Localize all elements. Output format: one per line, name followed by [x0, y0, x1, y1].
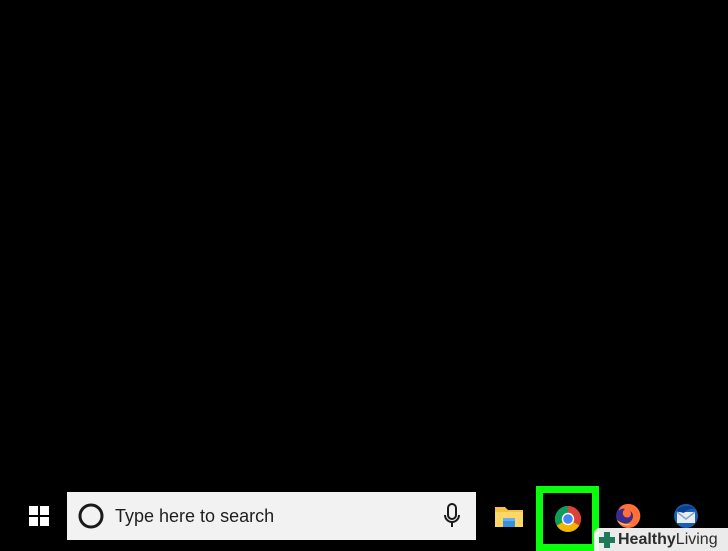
microphone-icon[interactable]: [442, 503, 462, 529]
taskbar-file-explorer[interactable]: [481, 492, 537, 540]
healthy-living-watermark: Healthy Living: [594, 528, 728, 551]
folder-icon: [495, 507, 523, 527]
firefox-icon: [616, 503, 641, 528]
thunderbird-icon: [674, 504, 698, 528]
watermark-brand-bold: Healthy: [618, 530, 676, 548]
plus-icon: [599, 531, 615, 548]
cortana-icon: [78, 503, 104, 529]
start-button[interactable]: [14, 492, 64, 540]
desktop: [0, 0, 728, 482]
taskbar-chrome-highlighted[interactable]: [536, 486, 599, 551]
chrome-icon: [554, 505, 581, 532]
search-placeholder: Type here to search: [115, 506, 275, 526]
watermark-brand-regular: Living: [675, 530, 718, 548]
windows-logo-icon: [29, 506, 49, 526]
taskbar-search-box[interactable]: Type here to search: [67, 492, 476, 540]
